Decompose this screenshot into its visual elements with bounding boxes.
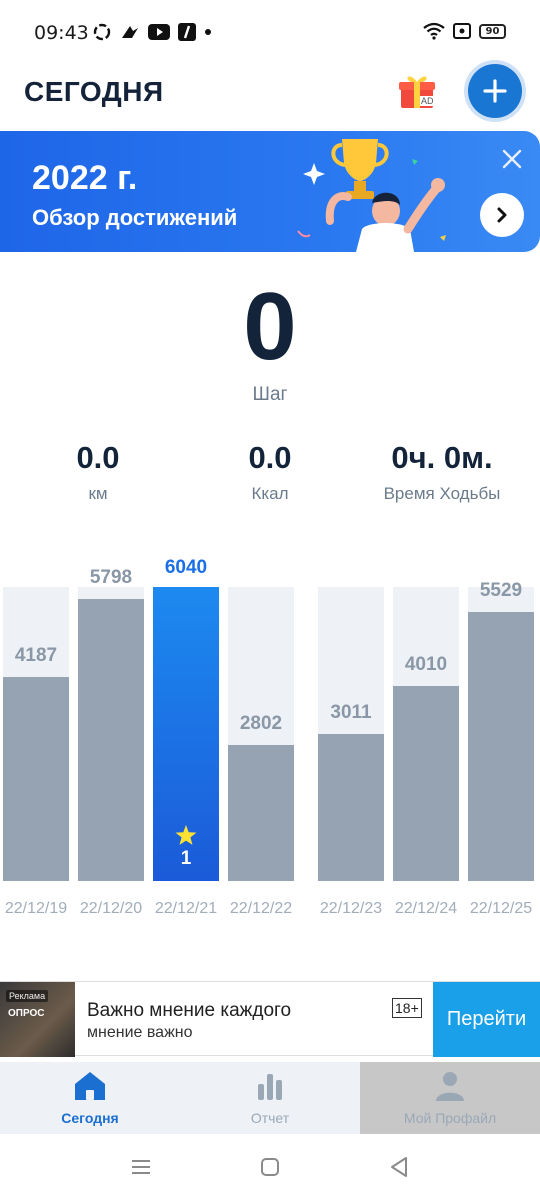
bar-value-label: 4010 <box>405 654 447 675</box>
bar <box>3 677 69 881</box>
person-icon <box>436 1072 464 1101</box>
ad-cta-button[interactable]: Перейти <box>433 982 540 1057</box>
bar-value-label: 6040 <box>165 557 207 578</box>
weekly-steps-chart: 4187 22/12/19 5798 22/12/20 6040 1 22/12/21 280… <box>3 557 534 917</box>
x-tick-label: 22/12/21 <box>155 900 217 917</box>
bar-value-label: 4187 <box>15 645 57 666</box>
walking-time-value: 0ч. 0м. <box>391 440 493 475</box>
back-icon[interactable] <box>388 1156 410 1178</box>
system-icons: 90 <box>423 22 506 40</box>
notification-icons <box>92 22 212 42</box>
bar-value-label: 5529 <box>480 580 522 601</box>
trophy-illustration-icon <box>297 139 446 252</box>
achievements-banner[interactable]: 2022 г. Обзор достижений <box>0 131 540 252</box>
banner-subtitle: Обзор достижений <box>32 205 238 230</box>
ad-subtitle: мнение важно <box>87 1024 193 1041</box>
bar-value-label: 3011 <box>330 702 372 723</box>
calories-label: Ккал <box>251 484 289 503</box>
banner-open-button[interactable] <box>480 193 524 237</box>
bar-value-label: 5798 <box>90 567 132 588</box>
wifi-icon <box>423 22 445 40</box>
x-tick-label: 22/12/20 <box>80 900 142 917</box>
x-tick-label: 22/12/22 <box>230 900 292 917</box>
bar <box>228 745 294 881</box>
youtube-icon <box>148 24 170 40</box>
distance-label: км <box>88 484 108 503</box>
x-tick-label: 22/12/23 <box>320 900 382 917</box>
page-title: СЕГОДНЯ <box>24 76 164 107</box>
steps-summary: 0 Шаг <box>0 272 540 405</box>
age-rating-badge: 18+ <box>392 998 422 1018</box>
tab-profile[interactable]: Мой Профайл <box>360 1062 540 1134</box>
add-button[interactable] <box>468 64 522 118</box>
ad-thumb-text: ОПРОС <box>8 1008 45 1019</box>
ad-tag: AD <box>420 96 435 106</box>
ad-title: Важно мнение каждого <box>87 1000 292 1021</box>
chevron-right-icon <box>497 207 507 223</box>
rank-badge-label: 1 <box>181 848 192 869</box>
sync-icon <box>93 23 111 41</box>
walking-time-stat: 0ч. 0м. Время Ходьбы <box>352 440 532 504</box>
app-header: СЕГОДНЯ AD <box>0 62 540 124</box>
status-bar: 09:43 90 <box>0 0 540 62</box>
menu-icon[interactable] <box>130 1158 152 1176</box>
bar <box>318 734 384 881</box>
distance-stat: 0.0 км <box>8 440 188 504</box>
bar-value-label: 2802 <box>240 713 282 734</box>
tab-report[interactable]: Отчет <box>180 1062 360 1134</box>
ad-badge: Реклама <box>6 990 49 1002</box>
tab-report-label: Отчет <box>250 1110 290 1126</box>
ad-thumbnail: Реклама ОПРОС <box>0 982 75 1057</box>
battery-indicator: 90 <box>479 23 506 39</box>
home-icon <box>75 1072 105 1100</box>
app-icon <box>178 23 196 41</box>
bar <box>393 686 459 881</box>
tab-today-label: Сегодня <box>61 1110 119 1126</box>
tab-today[interactable]: Сегодня <box>0 1062 180 1134</box>
close-icon[interactable] <box>500 147 524 171</box>
banner-year: 2022 г. <box>32 159 138 197</box>
tab-profile-label: Мой Профайл <box>403 1110 497 1126</box>
x-tick-label: 22/12/25 <box>470 900 532 917</box>
bird-icon <box>122 26 138 38</box>
ad-banner[interactable]: Реклама ОПРОС Важно мнение каждого мнени… <box>0 981 540 1057</box>
bar <box>468 612 534 881</box>
distance-value: 0.0 <box>76 440 120 475</box>
calories-stat: 0.0 Ккал <box>180 440 360 504</box>
screen-record-icon <box>453 23 471 39</box>
system-nav-bar <box>0 1134 540 1200</box>
steps-label: Шаг <box>252 384 288 405</box>
walking-time-label: Время Ходьбы <box>383 484 501 503</box>
status-time: 09:43 <box>34 22 89 44</box>
x-tick-label: 22/12/19 <box>5 900 67 917</box>
bottom-tab-bar: Сегодня Отчет Мой Профайл <box>0 1062 540 1134</box>
home-nav-icon[interactable] <box>260 1158 280 1176</box>
x-tick-label: 22/12/24 <box>395 900 457 917</box>
plus-icon <box>483 79 507 103</box>
bar-chart-icon <box>258 1074 282 1100</box>
steps-count: 0 <box>243 273 297 380</box>
bar <box>78 599 144 881</box>
dot-icon <box>205 29 211 35</box>
calories-value: 0.0 <box>248 440 292 475</box>
